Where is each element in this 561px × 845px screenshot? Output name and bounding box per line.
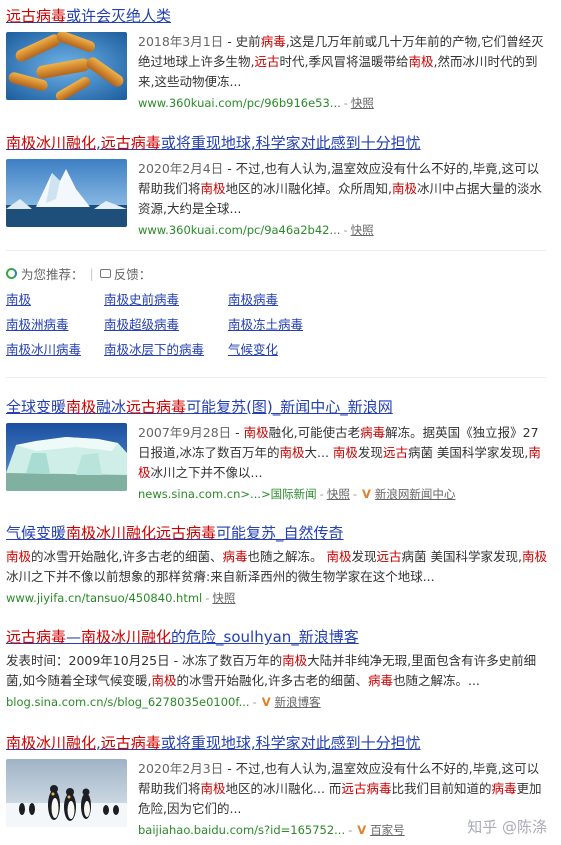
result-meta: www.jiyifa.cn/tansuo/450840.html - 快照: [6, 591, 236, 605]
keyword-highlight: 病毒: [260, 34, 286, 49]
result-1: 远古病毒或许会灭绝人类 2018年3月1日 - 史前病毒,这是几万年前或几十万年…: [6, 6, 552, 112]
recommend-item[interactable]: 南极史前病毒: [104, 291, 228, 308]
feedback-icon[interactable]: [99, 268, 111, 278]
result-5: 远古病毒—南极冰川融化的危险_soulhyan_新浪博客 发表时间：2009年1…: [6, 627, 552, 711]
keyword-highlight: 远古病毒: [126, 398, 187, 416]
keyword-highlight: 南极: [332, 445, 358, 460]
verified-v-icon: V: [361, 487, 371, 501]
keyword-highlight: 南极: [200, 781, 226, 796]
keyword-highlight: 远古病毒: [341, 781, 392, 796]
result-snippet: 2018年3月1日 - 史前病毒,这是几万年前或几十万年前的产物,它们曾经灭绝过…: [138, 34, 544, 89]
divider: [6, 250, 546, 251]
keyword-highlight: 南极: [408, 54, 434, 69]
keyword-highlight: 南极: [279, 445, 305, 460]
result-meta: news.sina.com.cn>...>国际新闻 - 快照 - V 新浪网新闻中心: [138, 487, 456, 501]
result-url[interactable]: www.360kuai.com/pc/96b916e53...: [138, 96, 341, 110]
snapshot-link[interactable]: 快照: [351, 96, 374, 110]
recommend-item[interactable]: 南极冻土病毒: [228, 316, 338, 333]
keyword-highlight: 远古病毒: [100, 134, 161, 152]
snapshot-link[interactable]: 快照: [351, 223, 374, 237]
snapshot-link[interactable]: 快照: [327, 487, 350, 501]
keyword-highlight: 南极: [522, 549, 548, 564]
recommend-label: 为您推荐: [21, 266, 72, 282]
keyword-highlight: 远古病毒: [156, 524, 217, 542]
verified-v-icon: V: [357, 823, 367, 837]
keyword-highlight: 远古病毒: [6, 628, 67, 646]
keyword-highlight: 远古: [382, 445, 408, 460]
result-url[interactable]: news.sina.com.cn>...>国际新闻: [138, 487, 317, 501]
keyword-highlight: 南极冰川融化: [6, 734, 97, 752]
result-3: 全球变暖南极融冰远古病毒可能复苏(图)_新闻中心_新浪网 2007年9月28日 …: [6, 397, 552, 503]
result-snippet: 2020年2月4日 - 不过,也有人认为,温室效应没有什么不好的,毕竟,这可以帮…: [138, 161, 543, 216]
keyword-highlight: 南极: [151, 673, 177, 688]
keyword-highlight: 南极: [200, 181, 226, 196]
recommend-item[interactable]: 南极超级病毒: [104, 316, 228, 333]
result-meta: blog.sina.com.cn/s/blog_6278035e0100f...…: [6, 695, 321, 709]
result-title[interactable]: 南极冰川融化,远古病毒或将重现地球,科学家对此感到十分担忧: [6, 733, 552, 753]
keyword-highlight: 南极: [326, 549, 352, 564]
result-snippet: 2020年2月3日 - 不过,也有人认为,温室效应没有什么不好的,毕竟,这可以帮…: [138, 761, 542, 816]
result-url[interactable]: www.360kuai.com/pc/9a46a2b42...: [138, 223, 340, 237]
keyword-highlight: 南极: [392, 181, 418, 196]
recommend-item[interactable]: 南极冰层下的病毒: [104, 341, 228, 358]
result-url[interactable]: baijiahao.baidu.com/s?id=165752...: [138, 823, 345, 837]
source-link[interactable]: 新浪博客: [275, 695, 321, 709]
keyword-highlight: 远古病毒: [6, 7, 67, 25]
result-url[interactable]: www.jiyifa.cn/tansuo/450840.html: [6, 591, 202, 605]
keyword-highlight: 南极冰川融化: [66, 524, 157, 542]
result-url[interactable]: blog.sina.com.cn/s/blog_6278035e0100f...: [6, 695, 250, 709]
divider: [6, 377, 546, 378]
feedback-colon: ：: [138, 266, 152, 282]
keyword-highlight: 远古病毒: [100, 734, 161, 752]
keyword-highlight: 南极: [6, 549, 32, 564]
keyword-highlight: 南极: [243, 425, 269, 440]
bacteria-thumbnail[interactable]: [6, 32, 127, 100]
recommend-panel: 为您推荐： | 反馈： 南极 南极史前病毒 南极病毒 南极洲病毒 南极超级病毒 …: [6, 264, 552, 358]
result-meta: www.360kuai.com/pc/96b916e53... - 快照: [138, 96, 374, 110]
result-2: 南极冰川融化,远古病毒或将重现地球,科学家对此感到十分担忧 2020年2月4日 …: [6, 133, 552, 239]
result-snippet: 2007年9月28日 - 南极融化,可能使古老病毒解冻。据英国《独立报》27日报…: [138, 425, 541, 480]
recommend-item[interactable]: 气候变化: [228, 341, 338, 358]
source-link[interactable]: 百家号: [370, 823, 405, 837]
recommend-colon: ：: [71, 266, 84, 282]
recommend-item[interactable]: 南极冰川病毒: [6, 341, 104, 358]
recommend-icon: [6, 267, 17, 279]
result-title[interactable]: 全球变暖南极融冰远古病毒可能复苏(图)_新闻中心_新浪网: [6, 397, 552, 417]
keyword-highlight: 远古: [376, 549, 402, 564]
result-title[interactable]: 远古病毒—南极冰川融化的危险_soulhyan_新浪博客: [6, 627, 552, 647]
result-title[interactable]: 远古病毒或许会灭绝人类: [6, 6, 552, 26]
keyword-highlight: 病毒: [491, 781, 517, 796]
keyword-highlight: 病毒: [367, 673, 393, 688]
keyword-highlight: 远古: [254, 54, 280, 69]
snapshot-link[interactable]: 快照: [212, 591, 235, 605]
recommend-item[interactable]: 南极病毒: [228, 291, 338, 308]
watermark: 知乎 @陈涤: [467, 818, 547, 836]
result-4: 气候变暖南极冰川融化远古病毒可能复苏_自然传奇 南极的冰雪开始融化,许多古老的细…: [6, 523, 552, 607]
result-meta: www.360kuai.com/pc/9a46a2b42... - 快照: [138, 223, 374, 237]
keyword-highlight: 南极冰川融化: [81, 628, 172, 646]
keyword-highlight: 南极: [66, 398, 97, 416]
recommend-item[interactable]: 南极: [6, 291, 104, 308]
keyword-highlight: 病毒: [222, 549, 248, 564]
result-title[interactable]: 南极冰川融化,远古病毒或将重现地球,科学家对此感到十分担忧: [6, 133, 552, 153]
source-link[interactable]: 新浪网新闻中心: [375, 487, 456, 501]
result-snippet: 发表时间：2009年10月25日 - 冰冻了数百万年的南极大陆并非纯净无瑕,里面…: [6, 653, 537, 688]
penguins-thumbnail[interactable]: [6, 759, 127, 827]
glacier-thumbnail[interactable]: [6, 159, 127, 227]
recommend-item[interactable]: 南极洲病毒: [6, 316, 104, 333]
result-snippet: 南极的冰雪开始融化,许多古老的细菌、病毒也随之解冻。 南极发现远古病菌 美国科学…: [6, 549, 548, 584]
feedback-link[interactable]: 反馈: [114, 264, 139, 283]
keyword-highlight: 南极: [282, 653, 308, 668]
result-title[interactable]: 气候变暖南极冰川融化远古病毒可能复苏_自然传奇: [6, 523, 552, 543]
keyword-highlight: 南极冰川融化: [6, 134, 97, 152]
iceberg-thumbnail[interactable]: [6, 423, 127, 491]
keyword-highlight: 病毒: [360, 425, 386, 440]
verified-v-icon: V: [261, 695, 271, 709]
